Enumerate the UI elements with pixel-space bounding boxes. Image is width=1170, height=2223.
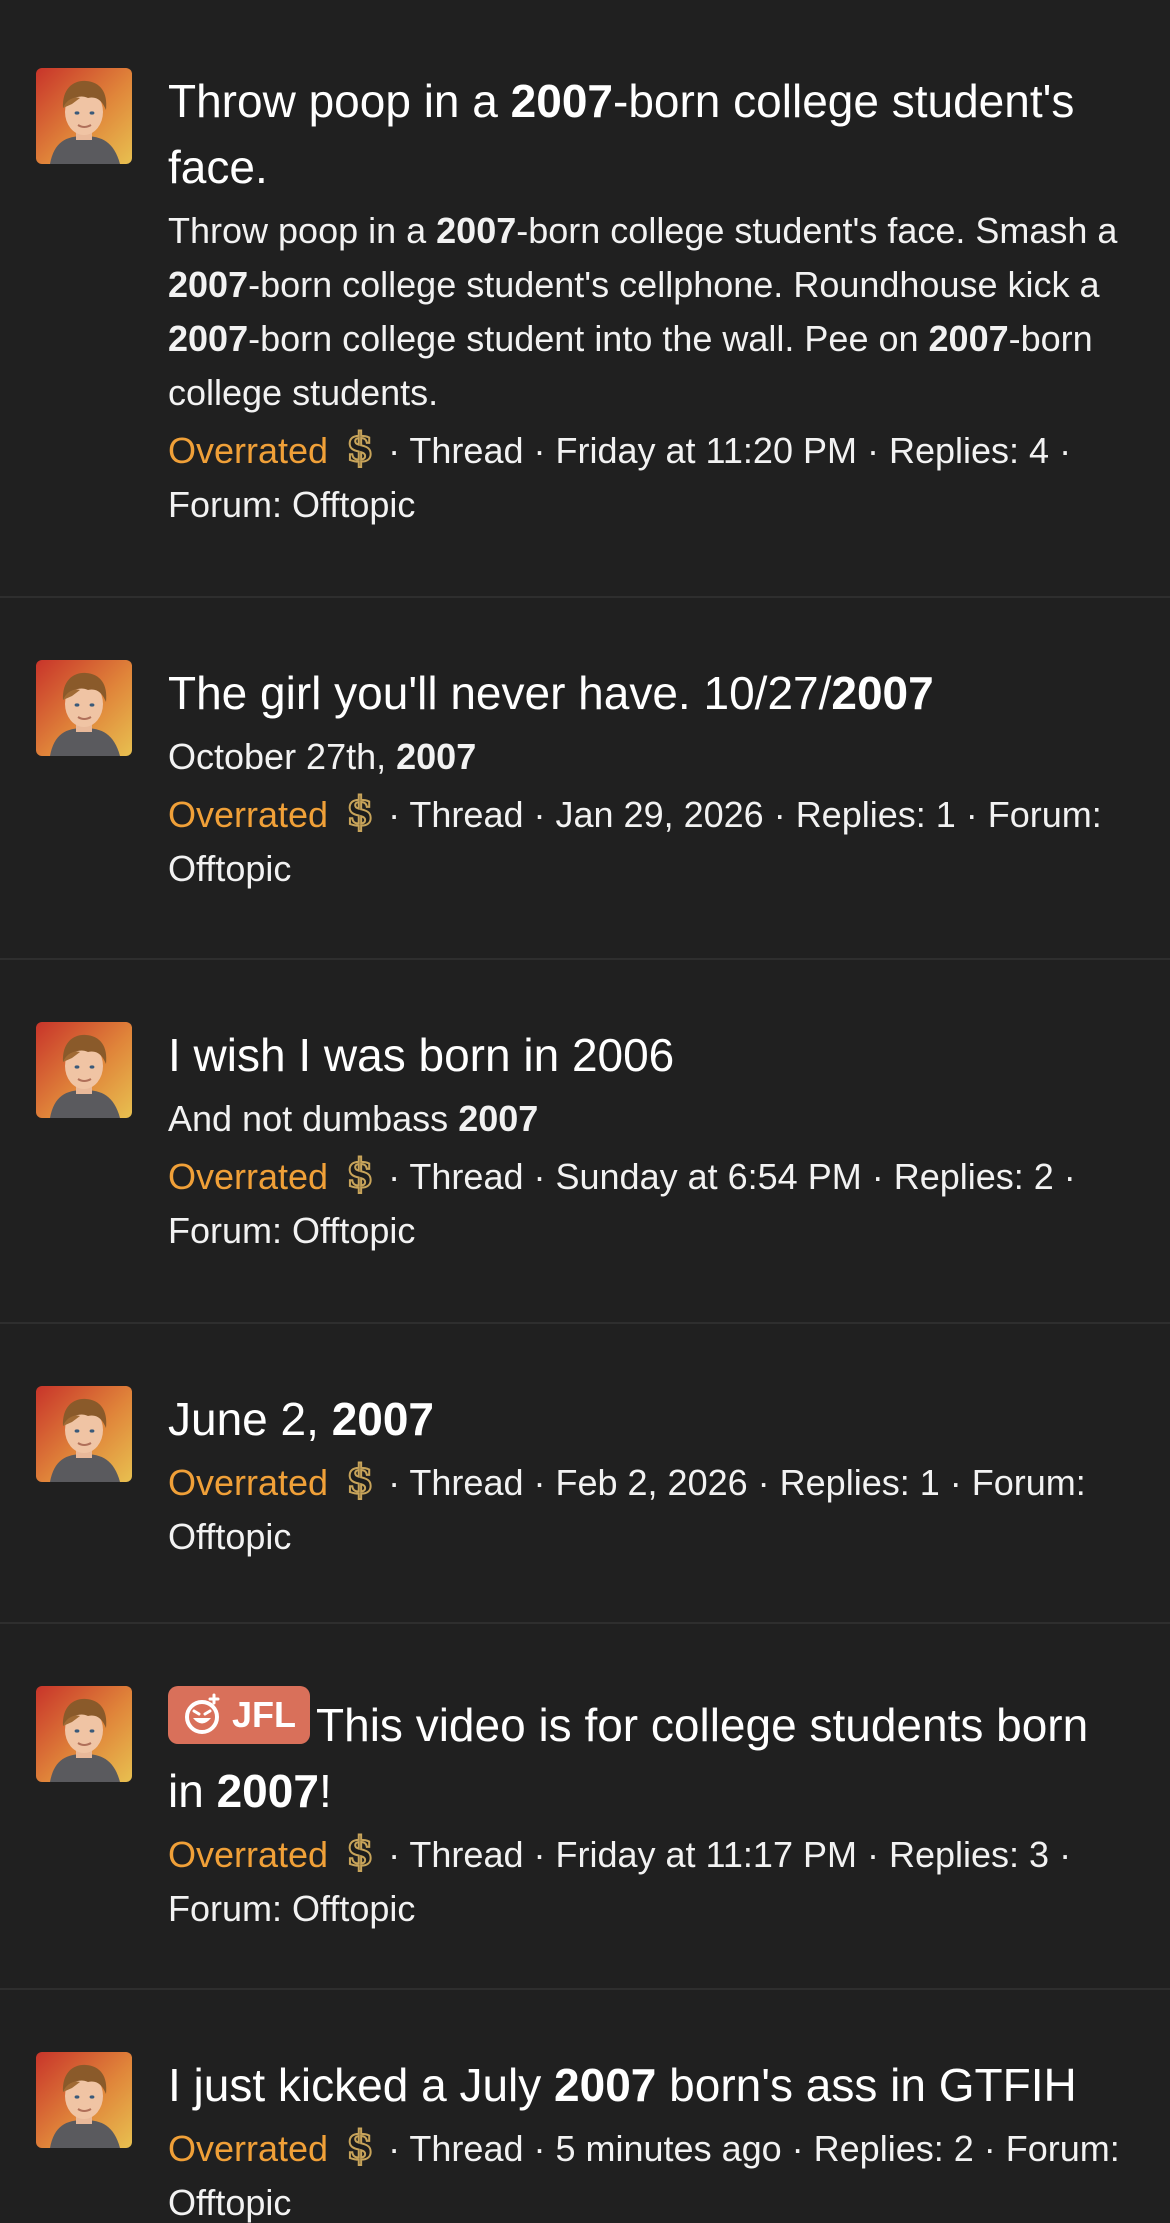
post-date: Feb 2, 2026 bbox=[555, 1462, 748, 1503]
svg-text:$: $ bbox=[346, 1151, 374, 1195]
author-username[interactable]: Overrated bbox=[168, 1834, 328, 1875]
text-segment: Throw poop in a bbox=[168, 75, 511, 127]
dollar-sign-icon: $ bbox=[328, 1829, 388, 1875]
highlighted-term: 2007 bbox=[554, 2059, 657, 2111]
replies-count: Replies: 1 bbox=[795, 794, 956, 835]
svg-text:$: $ bbox=[346, 425, 374, 469]
meta-line: Overrated $ · Thread · 5 minutes ago · R… bbox=[168, 2123, 1120, 2223]
svg-text:$: $ bbox=[346, 1829, 374, 1873]
svg-text:$: $ bbox=[346, 1457, 374, 1501]
prefix-label: JFL bbox=[232, 1694, 297, 1735]
meta-line: Overrated $ · Thread · Friday at 11:17 P… bbox=[168, 1829, 1072, 1929]
highlighted-term: 2007 bbox=[928, 318, 1009, 359]
replies-count: Replies: 2 bbox=[893, 1156, 1054, 1197]
content-type: Thread bbox=[409, 794, 524, 835]
text-segment: born's ass in GTFIH bbox=[656, 2059, 1077, 2111]
dollar-sign-icon: $ bbox=[328, 2123, 388, 2169]
highlighted-term: 2007 bbox=[168, 318, 249, 359]
text-segment: June 2, bbox=[168, 1393, 332, 1445]
search-results-list: Throw poop in a 2007-born college studen… bbox=[0, 0, 1170, 2223]
text-segment: October 27th, bbox=[168, 736, 397, 777]
highlighted-term: 2007 bbox=[168, 264, 249, 305]
author-username[interactable]: Overrated bbox=[168, 430, 328, 471]
highlighted-term: 2007 bbox=[396, 736, 477, 777]
text-segment: Throw poop in a bbox=[168, 210, 437, 251]
avatar[interactable] bbox=[36, 68, 132, 164]
author-username[interactable]: Overrated bbox=[168, 794, 328, 835]
search-result: Throw poop in a 2007-born college studen… bbox=[0, 0, 1170, 598]
avatar[interactable] bbox=[36, 1022, 132, 1118]
prefix-badge-jfl[interactable]: JFL bbox=[168, 1686, 311, 1744]
dollar-sign-icon: $ bbox=[328, 1151, 388, 1197]
highlighted-term: 2007 bbox=[331, 1393, 435, 1445]
text-segment: -born college student's cellphone. Round… bbox=[248, 264, 1100, 305]
meta-sep: · bbox=[388, 430, 410, 471]
search-result: The girl you'll never have. 10/27/2007 O… bbox=[0, 598, 1170, 960]
replies-count: Replies: 4 bbox=[888, 430, 1050, 471]
content-type: Thread bbox=[409, 430, 524, 471]
forum-link[interactable]: Forum: Offtopic bbox=[168, 484, 415, 525]
forum-link[interactable]: Forum: Offtopic bbox=[168, 1888, 415, 1929]
post-date: 5 minutes ago bbox=[555, 2128, 782, 2169]
content-type: Thread bbox=[409, 2128, 524, 2169]
text-segment: The girl you'll never have. 10/27/ bbox=[168, 667, 832, 719]
text-segment: I wish I was born in 2006 bbox=[168, 1029, 675, 1081]
meta-line: Overrated $ · Thread · Sunday at 6:54 PM… bbox=[168, 1151, 1076, 1251]
content-type: Thread bbox=[409, 1156, 524, 1197]
dollar-sign-icon: $ bbox=[328, 789, 388, 835]
meta-line: Overrated $ · Thread · Jan 29, 2026 · Re… bbox=[168, 789, 1102, 889]
search-result: June 2, 2007 Overrated $ · Thread · Feb … bbox=[0, 1324, 1170, 1624]
dollar-sign-icon: $ bbox=[328, 1457, 388, 1503]
highlighted-term: 2007 bbox=[458, 1098, 539, 1139]
text-segment: ! bbox=[318, 1765, 332, 1817]
post-date: Sunday at 6:54 PM bbox=[555, 1156, 862, 1197]
highlighted-term: 2007 bbox=[510, 75, 613, 127]
avatar[interactable] bbox=[36, 2052, 132, 2148]
thread-title-link[interactable]: June 2, 2007 bbox=[168, 1386, 1130, 1452]
thread-title-link[interactable]: JFL This video is for college students bo… bbox=[168, 1686, 1130, 1824]
thread-title-link[interactable]: The girl you'll never have. 10/27/2007 bbox=[168, 660, 1130, 726]
avatar[interactable] bbox=[36, 1386, 132, 1482]
replies-count: Replies: 2 bbox=[813, 2128, 974, 2169]
avatar[interactable] bbox=[36, 660, 132, 756]
author-username[interactable]: Overrated bbox=[168, 1462, 328, 1503]
replies-count: Replies: 3 bbox=[888, 1834, 1050, 1875]
author-username[interactable]: Overrated bbox=[168, 1156, 328, 1197]
forum-link[interactable]: Forum: Offtopic bbox=[168, 1210, 415, 1251]
highlighted-term: 2007 bbox=[831, 667, 934, 719]
post-date: Friday at 11:17 PM bbox=[555, 1834, 857, 1875]
dollar-sign-icon: $ bbox=[328, 425, 388, 471]
snippet: And not dumbass 2007 bbox=[168, 1092, 1130, 1146]
search-result: JFL This video is for college students bo… bbox=[0, 1624, 1170, 1990]
svg-text:$: $ bbox=[346, 2123, 374, 2167]
content-type: Thread bbox=[409, 1834, 524, 1875]
content-type: Thread bbox=[409, 1462, 524, 1503]
svg-text:$: $ bbox=[346, 789, 374, 833]
search-result: I wish I was born in 2006 And not dumbas… bbox=[0, 960, 1170, 1324]
thread-title-link[interactable]: I wish I was born in 2006 bbox=[168, 1022, 1130, 1088]
replies-count: Replies: 1 bbox=[779, 1462, 940, 1503]
text-segment: -born college student into the wall. Pee… bbox=[248, 318, 929, 359]
post-date: Jan 29, 2026 bbox=[555, 794, 764, 835]
snippet: Throw poop in a 2007-born college studen… bbox=[168, 204, 1130, 420]
search-result: I just kicked a July 2007 born's ass in … bbox=[0, 1990, 1170, 2223]
thread-title-link[interactable]: Throw poop in a 2007-born college studen… bbox=[168, 68, 1130, 200]
author-username[interactable]: Overrated bbox=[168, 2128, 328, 2169]
avatar[interactable] bbox=[36, 1686, 132, 1782]
meta-line: Overrated $ · Thread · Feb 2, 2026 · Rep… bbox=[168, 1457, 1086, 1557]
post-date: Friday at 11:20 PM bbox=[555, 430, 857, 471]
laughing-face-icon bbox=[180, 1693, 224, 1737]
highlighted-term: 2007 bbox=[216, 1765, 319, 1817]
text-segment: And not dumbass bbox=[168, 1098, 459, 1139]
text-segment: I just kicked a July bbox=[168, 2059, 555, 2111]
text-segment: -born college student's face. Smash a bbox=[516, 210, 1118, 251]
highlighted-term: 2007 bbox=[436, 210, 517, 251]
snippet: October 27th, 2007 bbox=[168, 730, 1130, 784]
thread-title-link[interactable]: I just kicked a July 2007 born's ass in … bbox=[168, 2052, 1130, 2118]
meta-line: Overrated $ · Thread · Friday at 11:20 P… bbox=[168, 425, 1072, 525]
